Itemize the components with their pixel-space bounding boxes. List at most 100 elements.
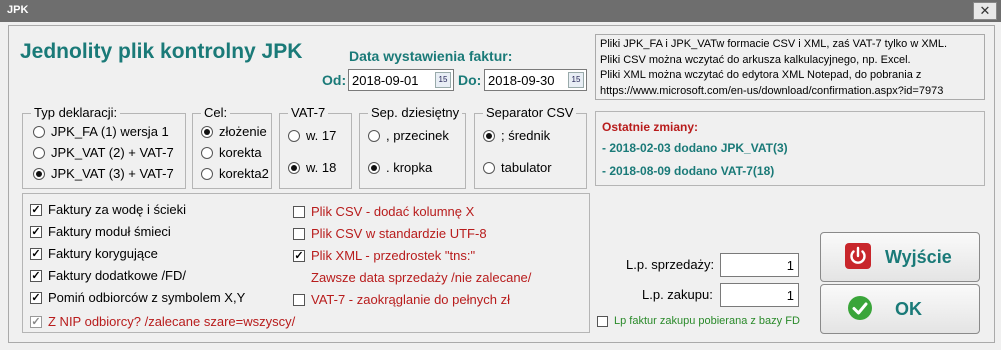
date-to-input[interactable]: 2018-09-30 15 — [484, 69, 587, 91]
radio-button[interactable] — [483, 129, 495, 142]
checkbox-pomin-odbiorcow[interactable]: ✓ Pomiń odbiorców z symbolem X,Y — [30, 290, 245, 305]
change-item: - 2018-08-09 dodano VAT-7(18) — [602, 164, 775, 178]
radio-label: tabulator — [501, 160, 552, 175]
separator-csv-group: Separator CSV ; średnik tabulator — [474, 105, 587, 189]
checkbox[interactable]: ✓ — [30, 269, 42, 282]
checkbox-csv-utf8[interactable]: Plik CSV w standardzie UTF-8 — [293, 226, 487, 241]
date-to-value: 2018-09-30 — [488, 73, 555, 88]
checkbox[interactable]: ✓ — [30, 225, 42, 238]
typ-deklaracji-title: Typ deklaracji: — [31, 105, 121, 120]
checkbox-faktury-smieci[interactable]: ✓ Faktury moduł śmieci — [30, 224, 171, 239]
close-button[interactable]: ✕ — [973, 2, 997, 20]
lp-sprzedazy-value: 1 — [786, 258, 794, 273]
exit-button-label: Wyjście — [885, 246, 952, 267]
typ-deklaracji-group: Typ deklaracji: JPK_FA (1) wersja 1 JPK_… — [22, 105, 186, 189]
checkbox-faktury-woda[interactable]: ✓ Faktury za wodę i ścieki — [30, 202, 186, 217]
info-box: Pliki JPK_FA i JPK_VATw formacie CSV i X… — [595, 34, 985, 100]
radio-button[interactable] — [288, 161, 300, 174]
checkbox-label: Z NIP odbiorcy? /zalecane szare=wszyscy/ — [48, 314, 296, 329]
exit-button[interactable]: Wyjście — [820, 232, 980, 282]
cel-group: Cel: złożenie korekta korekta2 — [192, 105, 272, 189]
checkbox-label: Lp faktur zakupu pobierana z bazy FD — [614, 315, 800, 327]
lp-sprzedazy-label: L.p. sprzedaży: — [626, 257, 715, 272]
date-from-input[interactable]: 2018-09-01 15 — [348, 69, 454, 91]
checkbox-label: Pomiń odbiorców z symbolem X,Y — [48, 290, 246, 305]
radio-tabulator[interactable]: tabulator — [483, 160, 552, 175]
checkbox-faktury-dodatkowe[interactable]: ✓ Faktury dodatkowe /FD/ — [30, 268, 186, 283]
radio-label: JPK_FA (1) wersja 1 — [51, 124, 169, 139]
radio-srednik[interactable]: ; średnik — [483, 128, 550, 143]
checkbox-label: VAT-7 - zaokrąglanie do pełnych zł — [311, 292, 510, 307]
radio-button[interactable] — [201, 125, 213, 138]
radio-label: w. 18 — [306, 160, 337, 175]
calendar-icon[interactable]: 15 — [435, 72, 451, 88]
checkbox-label: Faktury korygujące — [48, 246, 158, 261]
radio-kropka[interactable]: . kropka — [368, 160, 432, 175]
vat7-group: VAT-7 w. 17 w. 18 — [279, 105, 352, 189]
ok-button[interactable]: OK — [820, 284, 980, 334]
checkbox-vat7-zaokraglanie[interactable]: VAT-7 - zaokrąglanie do pełnych zł — [293, 292, 510, 307]
radio-label: ; średnik — [501, 128, 551, 143]
radio-button[interactable] — [483, 161, 495, 174]
radio-button[interactable] — [201, 167, 213, 180]
radio-label: JPK_VAT (2) + VAT-7 — [51, 145, 174, 160]
separator-csv-title: Separator CSV — [483, 105, 577, 120]
power-icon — [845, 242, 871, 272]
radio-label: korekta — [219, 145, 262, 160]
checkbox[interactable] — [293, 227, 305, 240]
checkbox-zawsze-data[interactable]: Zawsze data sprzedaży /nie zalecane/ — [293, 270, 531, 285]
radio-button[interactable] — [33, 146, 45, 159]
calendar-icon[interactable]: 15 — [568, 72, 584, 88]
radio-button[interactable] — [368, 161, 380, 174]
checkbox[interactable] — [293, 205, 305, 218]
checkbox[interactable]: ✓ — [30, 203, 42, 216]
radio-cel-3[interactable]: korekta2 — [201, 166, 269, 181]
checkbox[interactable]: ✓ — [30, 315, 42, 328]
checkbox[interactable]: ✓ — [293, 249, 305, 262]
radio-cel-1[interactable]: złożenie — [201, 124, 267, 139]
radio-typ-2[interactable]: JPK_VAT (2) + VAT-7 — [33, 145, 174, 160]
checkbox-z-nip[interactable]: ✓ Z NIP odbiorcy? /zalecane szare=wszyscy… — [30, 314, 295, 329]
checkbox-csv-kolumna-x[interactable]: Plik CSV - dodać kolumnę X — [293, 204, 474, 219]
radio-button[interactable] — [368, 129, 380, 142]
lp-zakupu-label: L.p. zakupu: — [642, 287, 713, 302]
checkbox-label: Faktury dodatkowe /FD/ — [48, 268, 186, 283]
radio-cel-2[interactable]: korekta — [201, 145, 262, 160]
lp-sprzedazy-input[interactable]: 1 — [720, 253, 799, 277]
checkbox-xml-tns[interactable]: ✓ Plik XML - przedrostek "tns:" — [293, 248, 475, 263]
radio-label: złożenie — [219, 124, 267, 139]
radio-button[interactable] — [288, 129, 300, 142]
sep-dziesietny-title: Sep. dziesiętny — [368, 105, 463, 120]
vat7-title: VAT-7 — [288, 105, 329, 120]
app-title: Jednolity plik kontrolny JPK — [20, 40, 303, 63]
changes-panel: Ostatnie zmiany: - 2018-02-03 dodano JPK… — [595, 111, 985, 186]
radio-label: w. 17 — [306, 128, 337, 143]
radio-typ-1[interactable]: JPK_FA (1) wersja 1 — [33, 124, 169, 139]
window-title: JPK — [7, 4, 29, 16]
date-from-value: 2018-09-01 — [352, 73, 419, 88]
info-line: Pliki JPK_FA i JPK_VATw formacie CSV i X… — [600, 38, 948, 50]
checkbox-label: Plik CSV - dodać kolumnę X — [311, 204, 475, 219]
date-from-label: Od: — [322, 72, 347, 88]
checkbox[interactable] — [597, 315, 608, 327]
lp-zakupu-value: 1 — [786, 288, 794, 303]
checkbox-lp-fd[interactable]: Lp faktur zakupu pobierana z bazy FD — [597, 315, 800, 327]
radio-label: . kropka — [386, 160, 433, 175]
radio-button[interactable] — [33, 167, 45, 180]
sep-dziesietny-group: Sep. dziesiętny , przecinek . kropka — [359, 105, 466, 189]
checkbox[interactable]: ✓ — [30, 291, 42, 304]
radio-vat7-17[interactable]: w. 17 — [288, 128, 336, 143]
radio-button[interactable] — [201, 146, 213, 159]
lp-zakupu-input[interactable]: 1 — [720, 283, 799, 307]
radio-button[interactable] — [33, 125, 45, 138]
radio-vat7-18[interactable]: w. 18 — [288, 160, 336, 175]
info-line: https://www.microsoft.com/en-us/download… — [600, 84, 944, 97]
checkbox-faktury-korygujace[interactable]: ✓ Faktury korygujące — [30, 246, 158, 261]
checkbox[interactable] — [293, 293, 305, 306]
radio-typ-3[interactable]: JPK_VAT (3) + VAT-7 — [33, 166, 174, 181]
title-bar: JPK ✕ — [0, 0, 1001, 22]
radio-przecinek[interactable]: , przecinek — [368, 128, 449, 143]
checkbox[interactable]: ✓ — [30, 247, 42, 260]
info-line: Pliki XML można wczytać do edytora XML N… — [600, 69, 922, 81]
radio-label: JPK_VAT (3) + VAT-7 — [51, 166, 174, 181]
